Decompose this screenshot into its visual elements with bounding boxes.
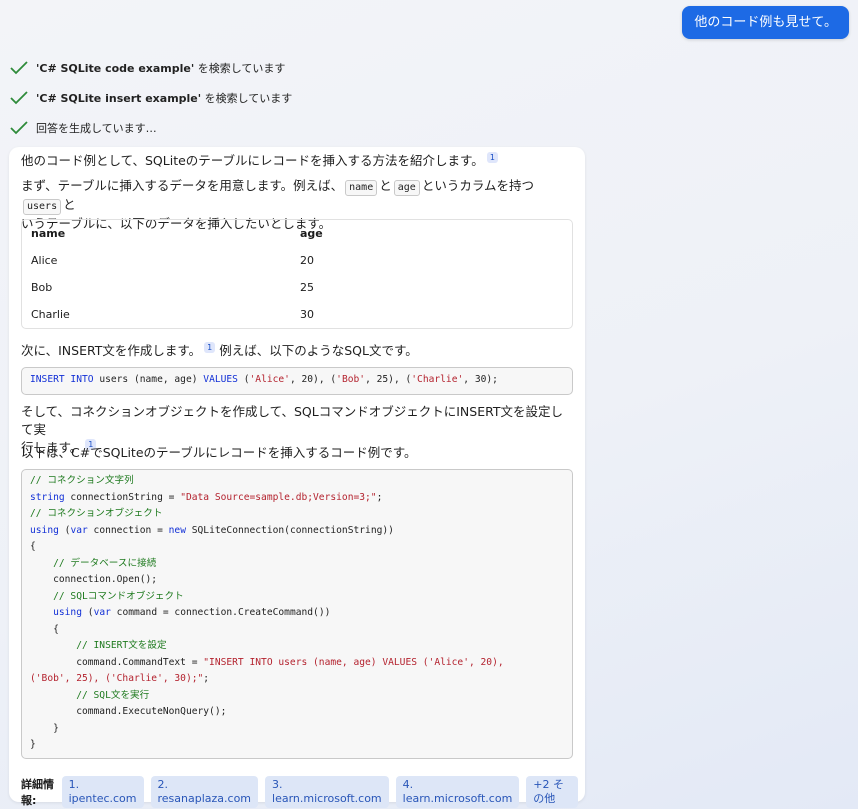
sql-line: INSERT INTO users (name, age) VALUES ('A… [30,374,498,385]
table-cell: 30 [300,308,314,321]
generating-status: 回答を生成しています… [10,120,157,136]
source-link-4[interactable]: 4. learn.microsoft.com [395,776,520,808]
source-link-2[interactable]: 2. resanaplaza.com [150,776,259,808]
citation-badge[interactable]: 1 [204,342,216,353]
more-sources-button[interactable]: +2 その他 [526,776,578,808]
more-info-label: 詳細情報: [21,778,54,807]
table-cell: Alice [31,254,58,267]
para-text: と [63,197,76,212]
code-line: } [30,739,36,750]
code-line: // SQLコマンドオブジェクト [30,590,184,602]
search-query: 'C# SQLite insert example' [36,92,202,105]
csharp-code-block: // コネクション文字列 string connectionString = "… [21,469,573,759]
table-row: Bob 25 [22,275,572,301]
code-line: // SQL文を実行 [30,689,150,701]
status-text: 回答を生成しています… [36,122,157,135]
check-icon [10,61,28,75]
table-cell: 25 [300,281,314,294]
search-status-1: 'C# SQLite code example' を検索しています [10,60,285,76]
table-row: Charlie 30 [22,302,572,328]
para-text: 例えば、以下のようなSQL文です。 [219,343,418,358]
inline-code-users: users [23,199,62,215]
inline-code-age: age [393,180,420,196]
status-text: を検索しています [194,62,286,75]
code-line: ('Bob', 25), ('Charlie', 30);"; [30,673,210,684]
para-text: というカラムを持つ [421,178,534,193]
answer-intro: 他のコード例として、SQLiteのテーブルにレコードを挿入する方法を紹介します。… [21,152,573,170]
sql-code-block: INSERT INTO users (name, age) VALUES ('A… [21,367,573,395]
code-line: using (var command = connection.CreateCo… [53,607,331,618]
code-line: { [30,623,59,635]
more-info-bar: 詳細情報: 1. ipentec.com 2. resanaplaza.com … [21,776,585,808]
code-line: connection.Open(); [30,574,158,585]
code-line: // コネクションオブジェクト [30,508,163,519]
intro-text: 他のコード例として、SQLiteのテーブルにレコードを挿入する方法を紹介します。 [21,153,484,168]
code-line: // INSERT文を設定 [30,640,167,651]
table-header-cell: age [300,227,323,240]
answer-paragraph-5: 以下は、C#でSQLiteのテーブルにレコードを挿入するコード例です。 [21,445,417,460]
user-message-bubble: 他のコード例も見せて。 [682,6,849,39]
table-cell: 20 [300,254,314,267]
para-text: そして、コネクションオブジェクトを作成して、SQLコマンドオブジェクトにINSE… [21,404,564,437]
source-link-3[interactable]: 3. learn.microsoft.com [265,776,389,808]
para-text: まず、テーブルに挿入するデータを用意します。例えば、 [21,178,344,193]
table-cell: Bob [31,281,53,294]
answer-card: 他のコード例として、SQLiteのテーブルにレコードを挿入する方法を紹介します。… [9,147,585,808]
code-line: command.CommandText = "INSERT INTO users… [30,656,504,668]
table-cell: Charlie [31,308,70,321]
code-line: // コネクション文字列 [30,475,134,486]
table-header-cell: name [31,227,66,240]
code-line: using (var connection = new SQLiteConnec… [30,524,394,536]
code-line: { [30,541,36,552]
search-query: 'C# SQLite code example' [36,62,195,75]
inline-code-name: name [345,180,378,196]
check-icon [10,91,28,105]
para-text: 次に、INSERT文を作成します。 [21,343,202,358]
data-table: name age Alice 20 Bob 25 Charlie 30 [21,219,573,329]
search-status-2: 'C# SQLite insert example' を検索しています [10,90,292,106]
code-line: } [30,722,59,734]
code-line: command.ExecuteNonQuery(); [30,706,227,717]
table-row: Alice 20 [22,248,572,274]
check-icon [10,121,28,135]
answer-paragraph-3: 次に、INSERT文を作成します。 1 例えば、以下のようなSQL文です。 [21,342,573,360]
table-header-row: name age [22,221,572,247]
code-line: string connectionString = "Data Source=s… [30,491,383,503]
source-link-1[interactable]: 1. ipentec.com [61,776,144,808]
para-text: と [379,178,392,193]
code-line: // データベースに接続 [30,557,157,569]
status-text: を検索しています [201,92,293,105]
citation-badge[interactable]: 1 [486,152,498,163]
